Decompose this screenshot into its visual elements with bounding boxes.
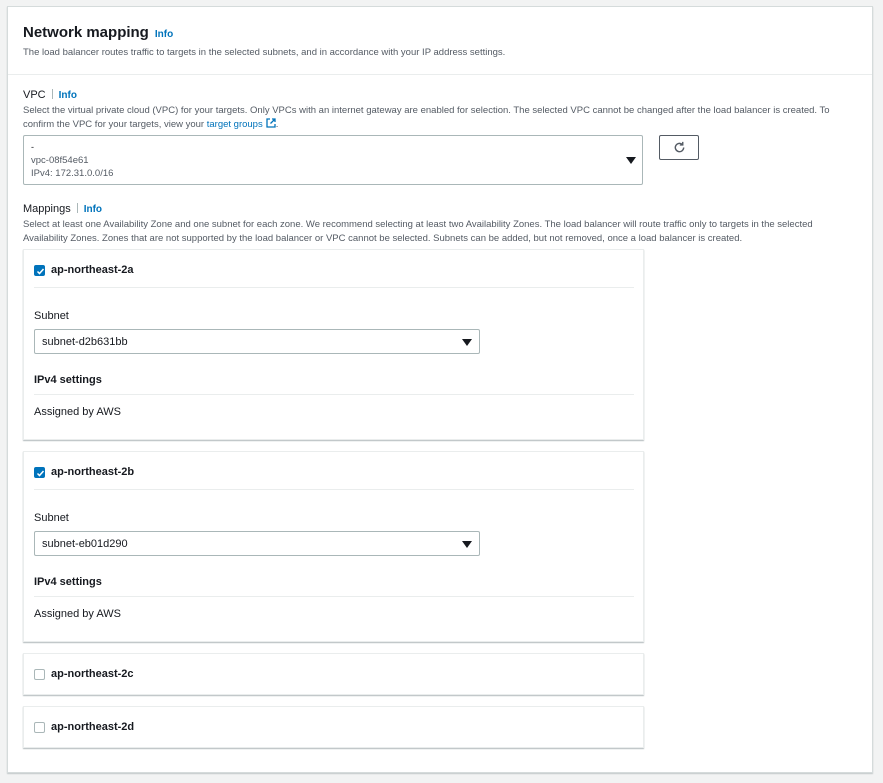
ipv4-assigned-value: Assigned by AWS — [34, 406, 122, 418]
panel-header: Network mapping Info The load balancer ro… — [8, 7, 872, 75]
subnet-selected-value: subnet-eb01d290 — [42, 538, 128, 550]
ipv4-assigned-value: Assigned by AWS — [34, 608, 122, 620]
caret-down-icon — [626, 157, 636, 164]
az-name: ap-northeast-2d — [51, 721, 135, 733]
vpc-description-line1: Select the virtual private cloud (VPC) f… — [23, 105, 830, 116]
ipv4-settings-title: IPv4 settings — [34, 576, 102, 588]
az-checkbox-ap-northeast-2a[interactable] — [34, 265, 45, 276]
az-name: ap-northeast-2c — [51, 668, 134, 680]
mappings-info-link[interactable]: Info — [84, 204, 102, 215]
vpc-select[interactable]: - vpc-08f54e61 IPv4: 172.31.0.0/16 — [23, 135, 643, 185]
az-card-ap-northeast-2c: ap-northeast-2c — [23, 653, 644, 695]
mappings-label-row: Mappings Info — [23, 203, 102, 215]
mappings-description-line1: Select at least one Availability Zone an… — [23, 219, 813, 230]
section-title: Network mapping Info — [23, 24, 173, 41]
subnet-select-ap-northeast-2b[interactable]: subnet-eb01d290 — [34, 531, 480, 556]
az-card-ap-northeast-2a: ap-northeast-2a Subnet subnet-d2b631bb I… — [23, 249, 644, 440]
az-divider — [34, 287, 634, 288]
caret-down-icon — [462, 541, 472, 548]
subnet-label: Subnet — [34, 310, 69, 322]
vpc-info-link[interactable]: Info — [59, 90, 77, 101]
ipv4-settings-title: IPv4 settings — [34, 374, 102, 386]
refresh-icon — [674, 141, 685, 153]
ipv4-divider — [34, 596, 634, 597]
az-checkbox-ap-northeast-2c[interactable] — [34, 669, 45, 680]
subnet-selected-value: subnet-d2b631bb — [42, 336, 128, 348]
vpc-description-prefix: confirm the VPC for your targets, view y… — [23, 119, 207, 130]
ipv4-divider — [34, 394, 634, 395]
section-info-link[interactable]: Info — [155, 29, 173, 40]
target-groups-link[interactable]: target groups — [206, 118, 276, 130]
az-divider — [34, 489, 634, 490]
check-icon — [36, 470, 45, 477]
vpc-selected-id: vpc-08f54e61 — [31, 155, 89, 166]
az-checkbox-ap-northeast-2b[interactable] — [34, 467, 45, 478]
vpc-label: VPC — [23, 89, 46, 101]
vpc-label-separator — [51, 89, 53, 99]
az-checkbox-ap-northeast-2d[interactable] — [34, 722, 45, 733]
vpc-description-suffix: . — [275, 119, 279, 130]
subnet-select-ap-northeast-2a[interactable]: subnet-d2b631bb — [34, 329, 480, 354]
external-link-icon — [266, 118, 276, 128]
az-card-ap-northeast-2d: ap-northeast-2d — [23, 706, 644, 748]
vpc-selected-cidr: IPv4: 172.31.0.0/16 — [31, 168, 114, 179]
refresh-button[interactable] — [659, 135, 699, 160]
vpc-description-line2: confirm the VPC for your targets, view y… — [23, 118, 278, 132]
az-card-ap-northeast-2b: ap-northeast-2b Subnet subnet-eb01d290 I… — [23, 451, 644, 642]
mappings-description-line2: Availability Zones. Zones that are not s… — [23, 233, 743, 244]
check-icon — [36, 268, 45, 275]
subnet-label: Subnet — [34, 512, 69, 524]
caret-down-icon — [462, 339, 472, 346]
section-description: The load balancer routes traffic to targ… — [23, 47, 506, 58]
section-title-text: Network mapping — [23, 24, 149, 41]
vpc-selected-name: - — [31, 142, 34, 152]
mappings-label: Mappings — [23, 203, 71, 215]
network-mapping-panel: Network mapping Info The load balancer ro… — [7, 6, 873, 773]
target-groups-link-text: target groups — [206, 119, 263, 130]
vpc-label-row: VPC Info — [23, 89, 77, 101]
az-name: ap-northeast-2a — [51, 264, 134, 276]
az-name: ap-northeast-2b — [51, 466, 135, 478]
mappings-label-separator — [76, 203, 78, 213]
